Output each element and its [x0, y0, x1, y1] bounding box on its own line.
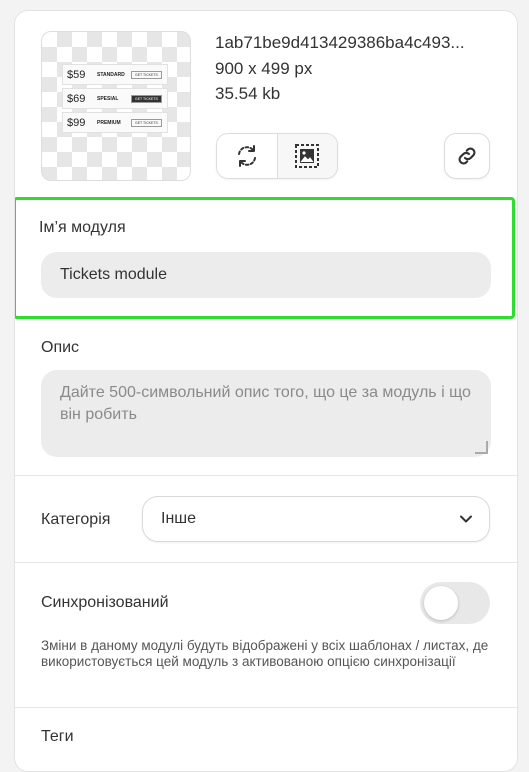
replace-image-button[interactable]	[217, 134, 277, 178]
divider	[15, 707, 517, 708]
module-settings-panel: $59 STANDARD GET TICKETS $69 SPESIAL GET…	[14, 10, 518, 772]
description-textarea[interactable]: Дайте 500-символьний опис того, що це за…	[41, 370, 491, 457]
file-size: 35.54 kb	[215, 84, 281, 103]
toggle-knob	[424, 586, 458, 620]
category-selected-value: Інше	[161, 510, 197, 527]
ticket-preview-row: $99 PREMIUM GET TICKETS	[62, 112, 168, 133]
sync-help-text: Зміни в даному модулі будуть відображені…	[41, 638, 489, 669]
file-name: 1ab71be9d413429386ba4c493...	[215, 33, 465, 52]
ticket-name: STANDARD	[97, 71, 125, 78]
ticket-price: $69	[67, 92, 86, 105]
ticket-button: GET TICKETS	[131, 118, 162, 127]
resize-handle-icon[interactable]	[474, 440, 488, 454]
sync-toggle[interactable]	[420, 582, 490, 624]
category-select[interactable]: Інше	[142, 496, 490, 542]
ticket-preview-row: $69 SPESIAL GET TICKETS	[62, 88, 168, 109]
chevron-down-icon	[460, 515, 472, 523]
sync-label: Синхронізований	[41, 594, 169, 611]
ticket-preview-row: $59 STANDARD GET TICKETS	[62, 64, 168, 85]
ticket-name: PREMIUM	[97, 119, 121, 126]
module-name-label: Ім’я модуля	[39, 219, 126, 236]
divider	[15, 475, 517, 476]
description-placeholder: Дайте 500-символьний опис того, що це за…	[60, 384, 471, 423]
edit-image-button[interactable]	[276, 134, 337, 178]
divider	[15, 562, 517, 563]
category-label: Категорія	[41, 511, 111, 528]
refresh-icon	[237, 145, 256, 167]
link-icon	[458, 147, 476, 165]
ticket-button: GET TICKETS	[131, 94, 162, 103]
ticket-preview: $59 STANDARD GET TICKETS $69 SPESIAL GET…	[62, 64, 168, 136]
link-button[interactable]	[444, 133, 490, 179]
image-edit-icon	[295, 144, 320, 168]
file-dimensions: 900 x 499 px	[215, 59, 313, 78]
tags-label: Теги	[41, 728, 74, 745]
ticket-button: GET TICKETS	[131, 70, 162, 79]
ticket-name: SPESIAL	[97, 95, 119, 102]
image-thumbnail[interactable]: $59 STANDARD GET TICKETS $69 SPESIAL GET…	[41, 31, 191, 181]
description-label: Опис	[41, 339, 80, 356]
ticket-price: $59	[67, 68, 86, 81]
ticket-price: $99	[67, 116, 86, 129]
module-name-input[interactable]: Tickets module	[41, 252, 491, 298]
image-action-group	[216, 133, 338, 179]
